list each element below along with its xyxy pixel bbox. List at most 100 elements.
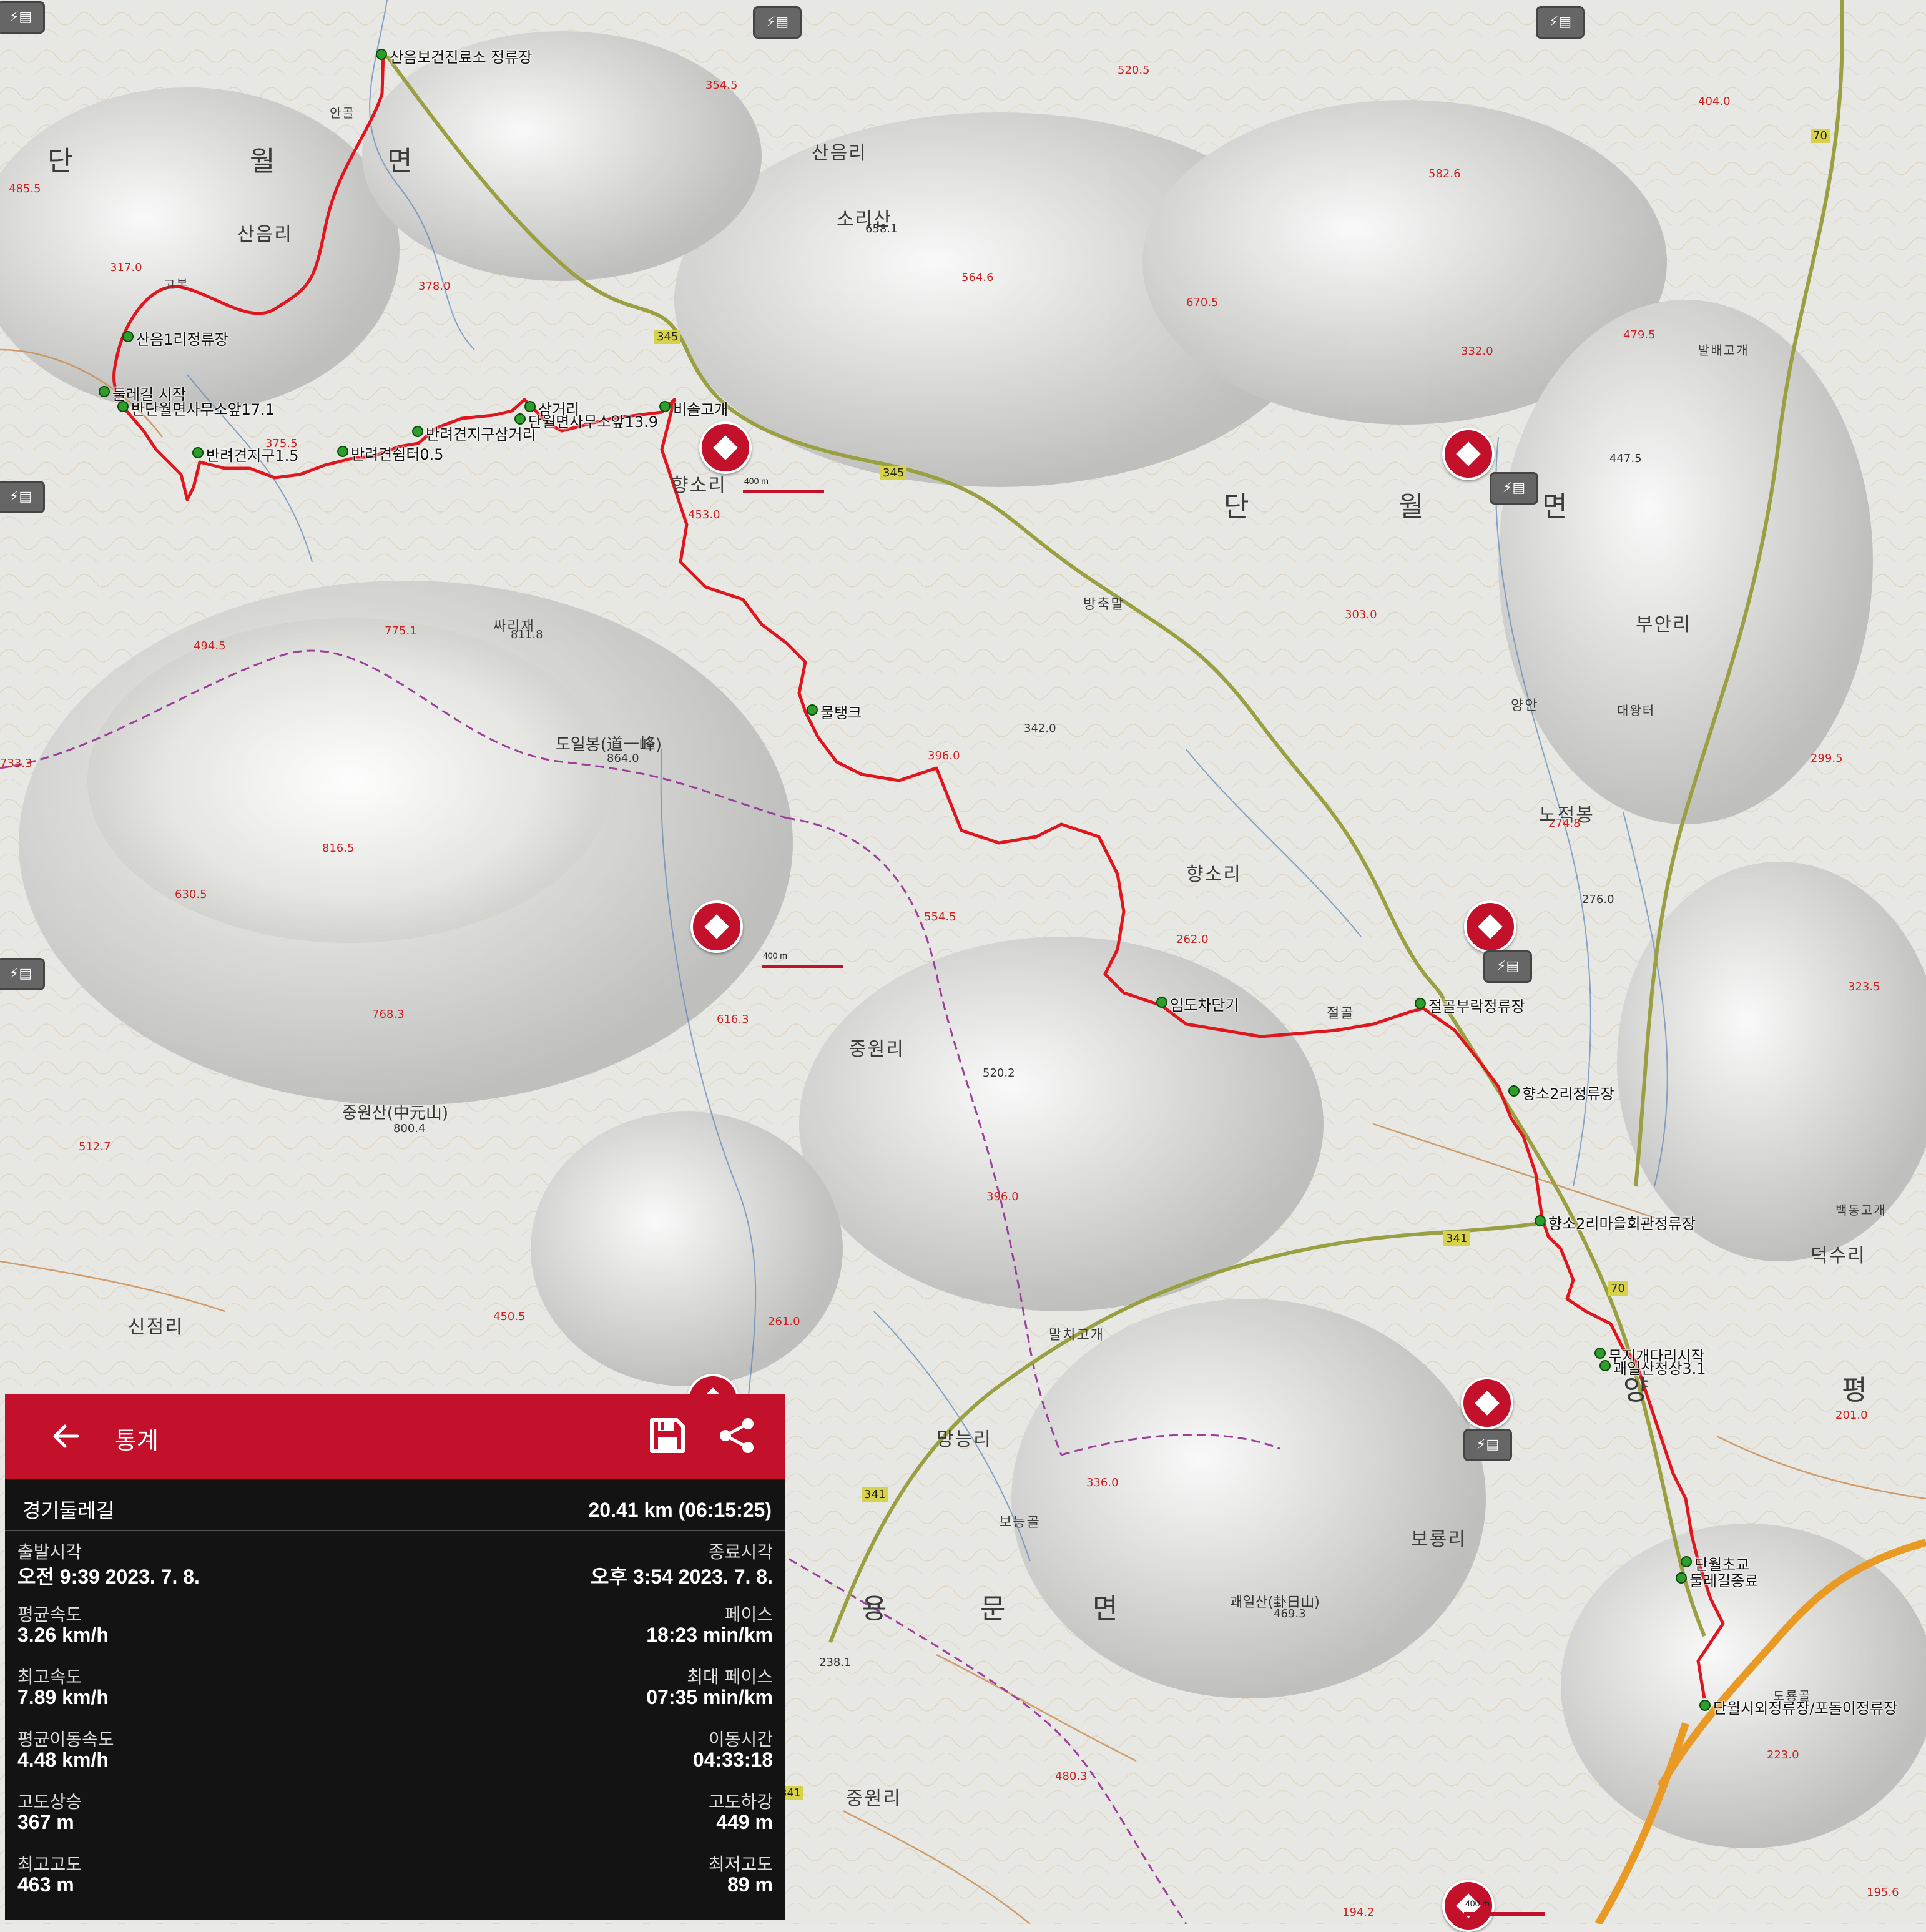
waypoint[interactable]: 둘레길종료: [1675, 1569, 1758, 1590]
stat-value: 07:35 min/km: [646, 1686, 773, 1708]
tile-download-icon[interactable]: ⚡▤: [0, 481, 45, 513]
save-button[interactable]: [648, 1416, 687, 1455]
stat-value: 449 m: [716, 1811, 773, 1833]
stat-label: 종료시각: [708, 1542, 773, 1562]
share-button[interactable]: [717, 1416, 758, 1455]
spot-height: 775.1: [385, 624, 417, 638]
tile-download-icon[interactable]: ⚡▤: [753, 6, 802, 39]
navigation-marker-icon[interactable]: [1461, 1377, 1513, 1429]
spot-height: 195.6: [1867, 1886, 1899, 1899]
stat-value: 오전 9:39 2023. 7. 8.: [17, 1565, 200, 1588]
peak-label: 중원산(中元山): [342, 1104, 449, 1123]
spot-height: 336.0: [1086, 1476, 1119, 1489]
place-label: 향소리: [671, 475, 727, 496]
waypoint[interactable]: 산음보건진료소 정류장: [375, 45, 532, 67]
region-label: 평: [1842, 1374, 1886, 1406]
scale-label: 400 m: [763, 950, 787, 960]
place-label: 발배고개: [1698, 343, 1749, 358]
navigation-marker-icon[interactable]: [1464, 900, 1516, 953]
panel-header: 통계: [5, 1394, 785, 1479]
tile-download-icon[interactable]: ⚡▤: [0, 958, 45, 990]
spot-height: 554.5: [924, 910, 956, 924]
stat-value: 오후 3:54 2023. 7. 8.: [591, 1565, 773, 1588]
stat-label: 페이스: [724, 1604, 773, 1625]
region-label: 단: [47, 145, 92, 177]
waypoint[interactable]: 반단월면사무소앞17.1: [117, 397, 275, 419]
place-label: 양안: [1511, 698, 1539, 714]
waypoint[interactable]: 향소2리정류장: [1508, 1082, 1614, 1103]
share-icon: [720, 1418, 754, 1453]
place-label: 안골: [330, 106, 355, 121]
navigation-marker-icon[interactable]: [699, 421, 752, 474]
tile-download-icon[interactable]: ⚡▤: [1483, 950, 1532, 983]
waypoint[interactable]: 반려견지구삼거리: [412, 422, 536, 444]
stat-value: 4.48 km/h: [17, 1748, 109, 1771]
stat-label: 고도상승: [17, 1792, 82, 1812]
peak-elevation: 864.0: [607, 752, 639, 765]
spot-height: 768.3: [372, 1008, 405, 1021]
place-label: 산음리: [812, 142, 867, 164]
region-label: 면: [387, 145, 431, 177]
spot-height: 262.0: [1176, 933, 1209, 946]
stat-label: 고도하강: [708, 1792, 773, 1812]
spot-height: 616.3: [717, 1013, 749, 1026]
stat-value: 463 m: [17, 1873, 74, 1896]
spot-height: 261.0: [768, 1315, 800, 1328]
tile-download-icon[interactable]: ⚡▤: [1463, 1429, 1512, 1461]
waypoint[interactable]: 향소2리마을회관정류장: [1534, 1211, 1696, 1233]
spot-height: 733.3: [0, 757, 32, 770]
waypoint[interactable]: 물탱크: [806, 701, 862, 722]
place-label: 신점리: [128, 1316, 184, 1338]
waypoint[interactable]: 산음1리정류장: [122, 327, 228, 349]
waypoint[interactable]: 임도차단기: [1156, 993, 1239, 1015]
waypoint[interactable]: 단월면사무소앞13.9: [514, 410, 658, 431]
navigation-marker-icon[interactable]: [690, 900, 743, 953]
stat-value: 7.89 km/h: [17, 1686, 109, 1708]
spot-height: 520.5: [1118, 64, 1150, 77]
place-label: 방축말: [1083, 597, 1125, 613]
waypoint[interactable]: 단월시외정류장/포돌이정류장: [1699, 1696, 1897, 1718]
spot-height: 512.7: [79, 1140, 111, 1153]
place-label: 보룡리: [1411, 1529, 1467, 1550]
stat-value: 367 m: [17, 1811, 74, 1833]
spot-height: 332.0: [1461, 345, 1493, 358]
back-button[interactable]: [47, 1419, 85, 1454]
tile-download-icon[interactable]: ⚡▤: [0, 1, 45, 34]
waypoint[interactable]: 반려견지구1.5: [192, 443, 299, 465]
region-label: 월: [1398, 491, 1443, 523]
road-shield: 341: [862, 1487, 888, 1502]
stat-label: 평균이동속도: [17, 1729, 114, 1750]
place-label: 향소리: [1186, 864, 1242, 885]
spot-height: 396.0: [986, 1190, 1019, 1203]
region-label: 면: [1093, 1593, 1137, 1625]
tile-download-icon[interactable]: ⚡▤: [1490, 472, 1538, 505]
spot-height: 816.5: [322, 842, 355, 855]
spot-height: 658.1: [865, 222, 898, 235]
divider: [5, 1530, 785, 1531]
scale-bar: [1464, 1912, 1545, 1916]
spot-height: 238.1: [819, 1656, 852, 1669]
spot-height: 378.0: [418, 280, 451, 293]
navigation-marker-icon[interactable]: [1442, 428, 1495, 480]
tile-download-icon[interactable]: ⚡▤: [1536, 6, 1585, 39]
waypoint[interactable]: 반려견쉼터0.5: [337, 442, 444, 464]
stat-value: 04:33:18: [692, 1748, 773, 1771]
place-label: 부안리: [1636, 614, 1691, 636]
waypoint[interactable]: 절골부락정류장: [1415, 994, 1525, 1016]
spot-height: 404.0: [1698, 95, 1731, 108]
spot-height: 276.0: [1582, 893, 1614, 906]
spot-height: 670.5: [1186, 296, 1219, 309]
place-label: 백동고개: [1835, 1203, 1887, 1218]
road-shield: 341: [1443, 1231, 1470, 1246]
stat-label: 이동시간: [708, 1729, 773, 1750]
spot-height: 274.8: [1548, 817, 1581, 830]
spot-height: 485.5: [9, 182, 41, 195]
place-label: 고복: [164, 277, 189, 292]
spot-height: 299.5: [1811, 752, 1843, 765]
stat-value: 3.26 km/h: [17, 1624, 109, 1646]
scale-label: 400 m: [1465, 1898, 1490, 1908]
waypoint[interactable]: 비솔고개: [659, 397, 728, 419]
spot-height: 479.5: [1623, 328, 1656, 342]
waypoint[interactable]: 괘일산정상3.1: [1599, 1356, 1706, 1378]
place-label: 덕수리: [1811, 1245, 1866, 1267]
